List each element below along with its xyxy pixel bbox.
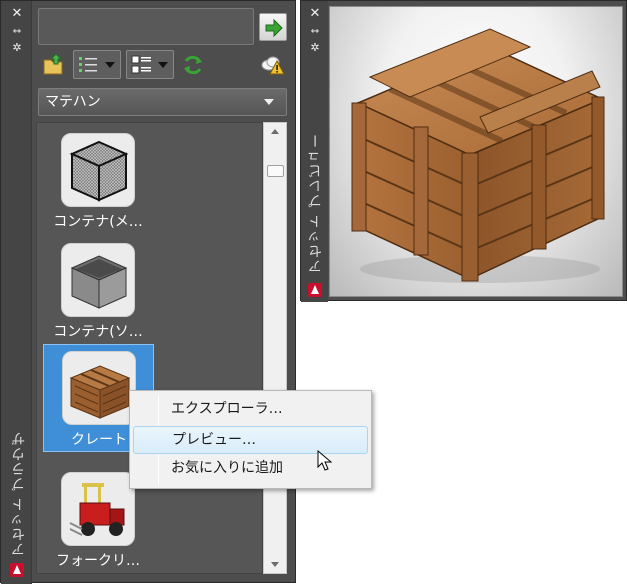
asset-list-scrollbar[interactable] — [263, 122, 287, 574]
folder-up-button[interactable] — [42, 52, 66, 80]
list-item-label: フォークリ… — [56, 553, 140, 569]
chevron-down-icon — [264, 99, 274, 105]
scroll-up-icon[interactable] — [271, 129, 279, 134]
crate-icon — [62, 351, 136, 425]
refresh-button[interactable] — [181, 53, 205, 81]
asset-list[interactable]: コンテナ(メ… コンテナ(ソ… クレート フォークリ… — [36, 122, 263, 574]
detail-view-dropdown[interactable] — [126, 50, 174, 79]
list-item[interactable]: コンテナ(ソ… — [43, 237, 154, 345]
folder-up-icon — [43, 53, 63, 75]
cloud-warning-icon — [261, 56, 285, 75]
palette-title-strip[interactable]: ✕ ⇿ ✲ アセット ブラウザ — [1, 1, 32, 584]
cloud-warning-button[interactable] — [260, 54, 286, 80]
mouse-cursor-icon — [317, 450, 333, 471]
list-view-dropdown[interactable] — [73, 50, 121, 79]
list-item-label: コンテナ(メ… — [53, 214, 143, 230]
wire-mesh-container-icon — [61, 133, 135, 207]
auto-hide-icon[interactable]: ⇿ — [10, 25, 24, 39]
scroll-down-icon[interactable] — [271, 562, 279, 567]
asset-preview-palette: ✕ ⇿ ✲ アセット プレビュー — [300, 0, 627, 302]
context-menu: エクスプローラ… プレビュー… お気に入りに追加 — [129, 390, 372, 489]
close-icon[interactable]: ✕ — [10, 7, 24, 21]
forklift-icon — [61, 472, 135, 546]
list-item[interactable]: コンテナ(メ… — [43, 127, 154, 235]
preview-viewport[interactable] — [329, 6, 623, 297]
palette-title: アセット ブラウザ — [11, 431, 27, 557]
close-icon[interactable]: ✕ — [308, 7, 322, 21]
chevron-down-icon — [105, 62, 115, 68]
solid-container-icon — [61, 243, 135, 317]
refresh-icon — [184, 55, 202, 75]
palette-title: アセット プレビュー — [308, 133, 324, 274]
wooden-crate-icon — [351, 28, 605, 283]
category-selected: マテハン — [45, 94, 101, 110]
app-logo-icon[interactable] — [10, 563, 24, 577]
search-go-button[interactable] — [259, 13, 287, 41]
search-input[interactable] — [38, 8, 254, 45]
list-view-icon — [79, 57, 97, 72]
auto-hide-icon[interactable]: ⇿ — [308, 25, 322, 39]
properties-icon[interactable]: ✲ — [10, 41, 24, 55]
properties-icon[interactable]: ✲ — [308, 41, 322, 55]
list-item-label: コンテナ(ソ… — [53, 324, 143, 340]
chevron-down-icon — [158, 62, 168, 68]
menu-item-explorer[interactable]: エクスプローラ… — [133, 395, 368, 423]
scroll-thumb[interactable] — [267, 165, 284, 177]
palette-title-strip[interactable]: ✕ ⇿ ✲ アセット プレビュー — [301, 1, 328, 302]
asset-browser-palette: ✕ ⇿ ✲ アセット ブラウザ マテハン コンテナ(メ… コンテナ(ソ… クレー… — [0, 0, 296, 584]
arrow-right-icon — [265, 18, 283, 38]
detail-view-icon — [131, 55, 151, 74]
category-dropdown[interactable]: マテハン — [38, 88, 287, 116]
app-logo-icon[interactable] — [308, 283, 322, 297]
